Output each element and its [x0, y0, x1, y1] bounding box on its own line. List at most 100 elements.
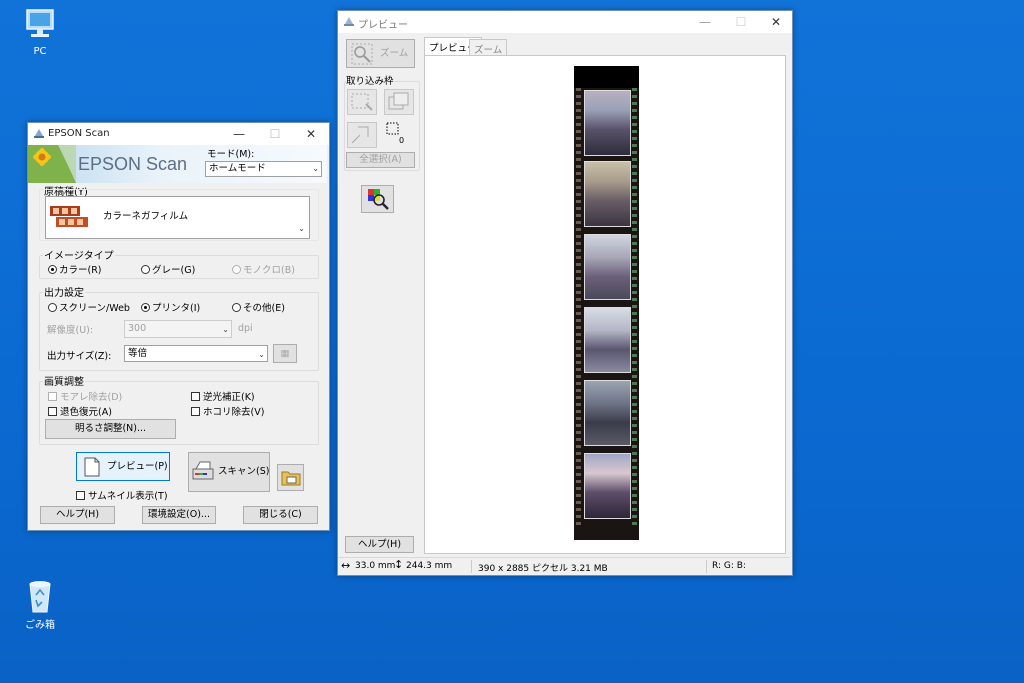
check-color-restore-label: 退色復元(A)	[60, 407, 112, 418]
status-bar: ↔ 33.0 mm ↕ 244.3 mm 390 x 2885 ピクセル 3.2…	[338, 557, 790, 575]
checkbox-box	[48, 391, 57, 401]
folder-icon	[281, 471, 301, 486]
radio-dot	[232, 264, 241, 274]
film-strip	[574, 66, 639, 540]
close-window-button[interactable]: ✕	[761, 14, 791, 30]
radio-color[interactable]: カラー(R)	[48, 262, 102, 276]
film-strip-top	[574, 66, 639, 88]
maximize-button[interactable]: ☐	[726, 14, 756, 30]
auto-marquee-button[interactable]	[347, 122, 377, 148]
status-height: 244.3 mm	[406, 561, 453, 571]
film-frame	[584, 453, 631, 519]
config-button[interactable]: 環境設定(O)...	[142, 506, 216, 524]
preview-button-label: プレビュー(P)	[107, 461, 168, 472]
radio-printer[interactable]: プリンタ(I)	[141, 300, 200, 314]
radio-other[interactable]: その他(E)	[232, 300, 285, 314]
preview-help-button[interactable]: ヘルプ(H)	[345, 536, 414, 553]
check-color-restore[interactable]: 退色復元(A)	[48, 404, 112, 418]
check-backlight[interactable]: 逆光補正(K)	[191, 389, 255, 403]
film-strip-icon	[50, 206, 88, 227]
preview-button[interactable]: プレビュー(P)	[76, 452, 170, 481]
select-all-button: 全選択(A)	[346, 152, 415, 168]
preview-window-title: プレビュー	[358, 20, 408, 31]
image-type-label: イメージタイプ	[43, 247, 115, 262]
create-marquee-button[interactable]	[347, 89, 377, 115]
brightness-button[interactable]: 明るさ調整(N)...	[45, 419, 176, 439]
marquee-count-icon	[386, 122, 399, 135]
recycle-bin-icon	[20, 578, 60, 614]
status-rgb: R: G: B:	[712, 561, 746, 571]
resolution-value: 300	[128, 323, 147, 334]
maximize-button[interactable]: ☐	[260, 126, 290, 142]
output-size-value: 等倍	[128, 348, 148, 359]
check-moire-label: モアレ除去(D)	[60, 392, 123, 403]
check-thumbnail[interactable]: サムネイル表示(T)	[76, 488, 168, 502]
mode-label: モード(M):	[207, 149, 255, 160]
mode-select[interactable]: ホームモード ⌄	[205, 161, 322, 177]
open-folder-button[interactable]	[277, 464, 304, 491]
height-arrow-icon: ↕	[394, 558, 404, 571]
marquee-copy-icon	[388, 92, 409, 110]
epson-banner: EPSON Scan モード(M): ホームモード ⌄	[28, 145, 327, 183]
output-size-settings-button[interactable]: ▦	[273, 344, 297, 363]
chevron-down-icon: ⌄	[258, 350, 265, 359]
zoom-button[interactable]: ズーム	[346, 39, 415, 68]
check-moire: モアレ除去(D)	[48, 389, 122, 403]
minimize-button[interactable]: —	[224, 126, 254, 142]
film-frame	[584, 161, 631, 227]
epson-scan-window: EPSON Scan — ☐ ✕ EPSON Scan モード(M): ホームモ…	[27, 122, 330, 531]
document-icon	[84, 457, 100, 477]
document-settings-icon: ▦	[280, 348, 290, 359]
radio-printer-label: プリンタ(I)	[152, 303, 201, 314]
preview-window: プレビュー — ☐ ✕ ズーム 取り込み枠 0 全選択(A) ヘルプ(H) プレ…	[337, 10, 793, 576]
close-window-button[interactable]: ✕	[296, 126, 326, 142]
output-size-label: 出力サイズ(Z):	[47, 351, 112, 362]
output-label: 出力設定	[43, 284, 85, 299]
color-palette-button[interactable]	[361, 185, 394, 213]
scan-button[interactable]: スキャン(S)	[188, 452, 270, 492]
doc-type-value: カラーネガフィルム	[103, 211, 189, 222]
close-button[interactable]: 閉じる(C)	[243, 506, 318, 524]
check-backlight-label: 逆光補正(K)	[203, 392, 255, 403]
film-frame	[584, 307, 631, 373]
minimize-button[interactable]: —	[690, 14, 720, 30]
radio-dot	[141, 264, 150, 274]
scan-button-label: スキャン(S)	[218, 466, 270, 477]
resolution-unit: dpi	[238, 323, 253, 334]
preview-titlebar[interactable]: プレビュー — ☐ ✕	[338, 11, 792, 33]
marquee-count: 0	[399, 136, 405, 145]
radio-dot	[48, 264, 57, 274]
desktop-icon-recycle-bin[interactable]: ごみ箱	[10, 578, 70, 631]
chevron-down-icon: ⌄	[298, 224, 305, 233]
radio-gray[interactable]: グレー(G)	[141, 262, 195, 276]
radio-screen-web[interactable]: スクリーン/Web	[48, 300, 130, 314]
radio-mono: モノクロ(B)	[232, 262, 295, 276]
film-frame	[584, 234, 631, 300]
status-separator	[706, 560, 707, 573]
doc-type-select[interactable]: カラーネガフィルム ⌄	[45, 196, 310, 239]
computer-icon	[20, 8, 60, 44]
checkbox-box	[76, 490, 85, 500]
film-frame	[584, 380, 631, 446]
zoom-button-label: ズーム	[380, 48, 409, 59]
preview-canvas[interactable]	[424, 55, 786, 554]
color-adjust-icon	[368, 189, 389, 210]
flower-logo-icon	[28, 145, 76, 183]
output-size-select[interactable]: 等倍 ⌄	[124, 345, 268, 362]
help-button[interactable]: ヘルプ(H)	[40, 506, 115, 524]
radio-dot	[232, 302, 241, 312]
check-dust-removal[interactable]: ホコリ除去(V)	[191, 404, 264, 418]
mode-select-value: ホームモード	[209, 163, 266, 174]
desktop-icon-pc[interactable]: PC	[10, 8, 70, 57]
delete-marquee-button[interactable]	[384, 89, 414, 115]
radio-gray-label: グレー(G)	[152, 265, 196, 276]
epson-titlebar[interactable]: EPSON Scan — ☐ ✕	[28, 123, 329, 145]
status-width: 33.0 mm	[355, 561, 396, 571]
status-pixels: 390 x 2885 ピクセル 3.21 MB	[478, 564, 608, 574]
desktop-icon-pc-label: PC	[33, 46, 47, 57]
scanner-icon	[192, 461, 214, 480]
magnifier-icon	[351, 43, 373, 65]
epson-window-title: EPSON Scan	[48, 128, 110, 139]
checkbox-box	[48, 406, 57, 416]
checkbox-box	[191, 406, 200, 416]
